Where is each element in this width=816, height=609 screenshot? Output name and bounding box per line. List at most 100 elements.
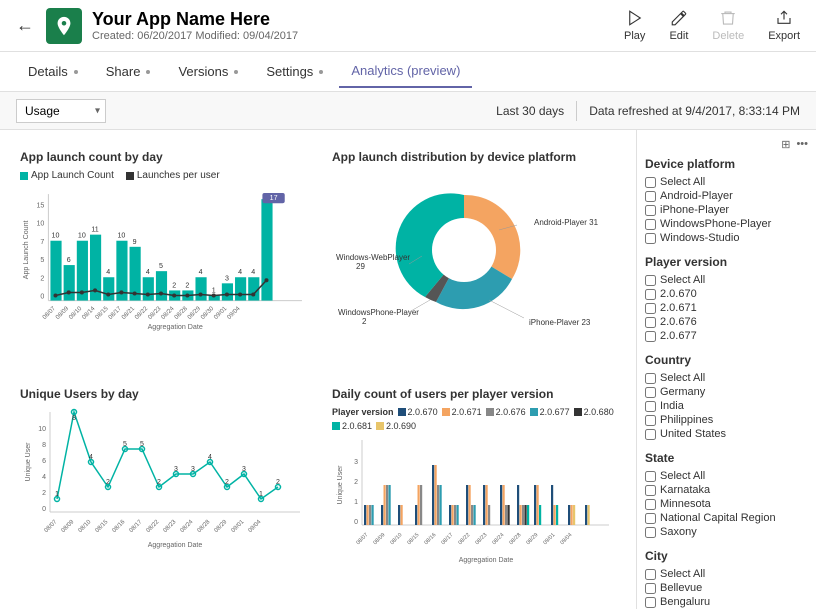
tab-share[interactable]: Share bbox=[94, 56, 163, 87]
dp-select-all-checkbox[interactable] bbox=[645, 177, 656, 188]
toolbar-divider bbox=[576, 101, 577, 121]
state-saxony-checkbox[interactable] bbox=[645, 527, 656, 538]
delete-icon bbox=[719, 9, 737, 27]
svg-text:08/16: 08/16 bbox=[423, 532, 437, 546]
delete-button[interactable]: Delete bbox=[712, 9, 744, 42]
country-india-label: India bbox=[660, 400, 684, 412]
tab-details[interactable]: Details bbox=[16, 56, 90, 87]
country-us[interactable]: United States bbox=[645, 427, 808, 441]
pv-677-checkbox[interactable] bbox=[645, 331, 656, 342]
tab-versions[interactable]: Versions bbox=[166, 56, 250, 87]
pv-select-all-label: Select All bbox=[660, 274, 705, 286]
country-philippines[interactable]: Philippines bbox=[645, 413, 808, 427]
dp-windowsphone-checkbox[interactable] bbox=[645, 219, 656, 230]
city-bellevue-checkbox[interactable] bbox=[645, 583, 656, 594]
country-germany[interactable]: Germany bbox=[645, 385, 808, 399]
edit-button[interactable]: Edit bbox=[669, 9, 688, 42]
svg-text:08/15: 08/15 bbox=[94, 305, 110, 321]
country-india[interactable]: India bbox=[645, 399, 808, 413]
svg-text:3: 3 bbox=[354, 459, 358, 466]
pv-670-checkbox[interactable] bbox=[645, 289, 656, 300]
city-bellevue[interactable]: Bellevue bbox=[645, 581, 808, 595]
svg-text:1: 1 bbox=[259, 491, 263, 498]
svg-text:08/22: 08/22 bbox=[134, 305, 150, 321]
state-karnataka-checkbox[interactable] bbox=[645, 485, 656, 496]
filter-grid-icon[interactable]: ⊞ bbox=[781, 138, 790, 151]
state-ncr[interactable]: National Capital Region bbox=[645, 511, 808, 525]
tab-dot bbox=[319, 70, 323, 74]
filter-more-icon[interactable]: ••• bbox=[796, 138, 808, 151]
svg-text:09/01: 09/01 bbox=[231, 519, 246, 534]
pv-677[interactable]: 2.0.677 bbox=[645, 329, 808, 343]
dp-windows-studio[interactable]: Windows-Studio bbox=[645, 231, 808, 245]
usage-dropdown[interactable]: Usage bbox=[16, 99, 106, 123]
tab-settings[interactable]: Settings bbox=[254, 56, 335, 87]
pv-select-all-checkbox[interactable] bbox=[645, 275, 656, 286]
export-icon bbox=[775, 9, 793, 27]
legend-launches-per-user: Launches per user bbox=[126, 170, 220, 181]
pv-676[interactable]: 2.0.676 bbox=[645, 315, 808, 329]
country-select-all-checkbox[interactable] bbox=[645, 373, 656, 384]
header: ← Your App Name Here Created: 06/20/2017… bbox=[0, 0, 816, 52]
state-minnesota[interactable]: Minnesota bbox=[645, 497, 808, 511]
state-ncr-checkbox[interactable] bbox=[645, 513, 656, 524]
city-bengaluru-checkbox[interactable] bbox=[645, 597, 656, 608]
svg-text:2: 2 bbox=[225, 479, 229, 486]
dp-windowsphone[interactable]: WindowsPhone-Player bbox=[645, 217, 808, 231]
svg-text:10: 10 bbox=[117, 232, 125, 240]
svg-text:4: 4 bbox=[42, 474, 46, 481]
svg-text:15: 15 bbox=[36, 201, 44, 209]
state-select-all[interactable]: Select All bbox=[645, 469, 808, 483]
svg-text:1: 1 bbox=[212, 286, 216, 294]
tab-analytics[interactable]: Analytics (preview) bbox=[339, 55, 472, 88]
state-select-all-checkbox[interactable] bbox=[645, 471, 656, 482]
unique-users-chart: Unique Users by day 0 2 4 6 8 10 bbox=[12, 379, 312, 597]
dp-iphone[interactable]: iPhone-Player bbox=[645, 203, 808, 217]
dp-iphone-checkbox[interactable] bbox=[645, 205, 656, 216]
back-button[interactable]: ← bbox=[16, 15, 34, 36]
state-karnataka[interactable]: Karnataka bbox=[645, 483, 808, 497]
legend-color-launch bbox=[20, 172, 28, 180]
pv-select-all[interactable]: Select All bbox=[645, 273, 808, 287]
pv-671[interactable]: 2.0.671 bbox=[645, 301, 808, 315]
country-india-checkbox[interactable] bbox=[645, 401, 656, 412]
country-germany-checkbox[interactable] bbox=[645, 387, 656, 398]
city-bengaluru[interactable]: Bengaluru bbox=[645, 595, 808, 609]
dp-android-checkbox[interactable] bbox=[645, 191, 656, 202]
svg-text:08/17: 08/17 bbox=[440, 532, 454, 546]
tab-dot bbox=[74, 70, 78, 74]
daily-count-svg: 0 1 2 3 bbox=[332, 435, 616, 565]
svg-text:4: 4 bbox=[251, 268, 255, 276]
city-select-all-checkbox[interactable] bbox=[645, 569, 656, 580]
date-range: Last 30 days bbox=[496, 104, 564, 118]
svg-text:2: 2 bbox=[157, 479, 161, 486]
pv-676-checkbox[interactable] bbox=[645, 317, 656, 328]
state-karnataka-label: Karnataka bbox=[660, 484, 710, 496]
dp-android[interactable]: Android-Player bbox=[645, 189, 808, 203]
svg-text:08/14: 08/14 bbox=[81, 305, 97, 321]
svg-text:08/15: 08/15 bbox=[95, 519, 110, 534]
country-philippines-checkbox[interactable] bbox=[645, 415, 656, 426]
svg-text:08/07: 08/07 bbox=[355, 532, 369, 546]
svg-text:08/15: 08/15 bbox=[406, 532, 420, 546]
city-select-all[interactable]: Select All bbox=[645, 567, 808, 581]
export-button[interactable]: Export bbox=[768, 9, 800, 42]
dp-windows-studio-checkbox[interactable] bbox=[645, 233, 656, 244]
pv-671-checkbox[interactable] bbox=[645, 303, 656, 314]
svg-text:4: 4 bbox=[106, 268, 110, 276]
dp-select-all[interactable]: Select All bbox=[645, 175, 808, 189]
country-select-all[interactable]: Select All bbox=[645, 371, 808, 385]
legend-label-per-user: Launches per user bbox=[137, 170, 220, 181]
svg-text:3: 3 bbox=[242, 466, 246, 473]
pv-670[interactable]: 2.0.670 bbox=[645, 287, 808, 301]
state-saxony[interactable]: Saxony bbox=[645, 525, 808, 539]
svg-text:08/24: 08/24 bbox=[160, 305, 176, 321]
svg-text:5: 5 bbox=[40, 256, 44, 264]
country-us-checkbox[interactable] bbox=[645, 429, 656, 440]
play-button[interactable]: Play bbox=[624, 9, 645, 42]
toolbar: Usage Last 30 days Data refreshed at 9/4… bbox=[0, 92, 816, 130]
app-meta: Created: 06/20/2017 Modified: 09/04/2017 bbox=[92, 30, 624, 42]
svg-text:2: 2 bbox=[172, 281, 176, 289]
state-minnesota-checkbox[interactable] bbox=[645, 499, 656, 510]
dp-windows-studio-label: Windows-Studio bbox=[660, 232, 739, 244]
